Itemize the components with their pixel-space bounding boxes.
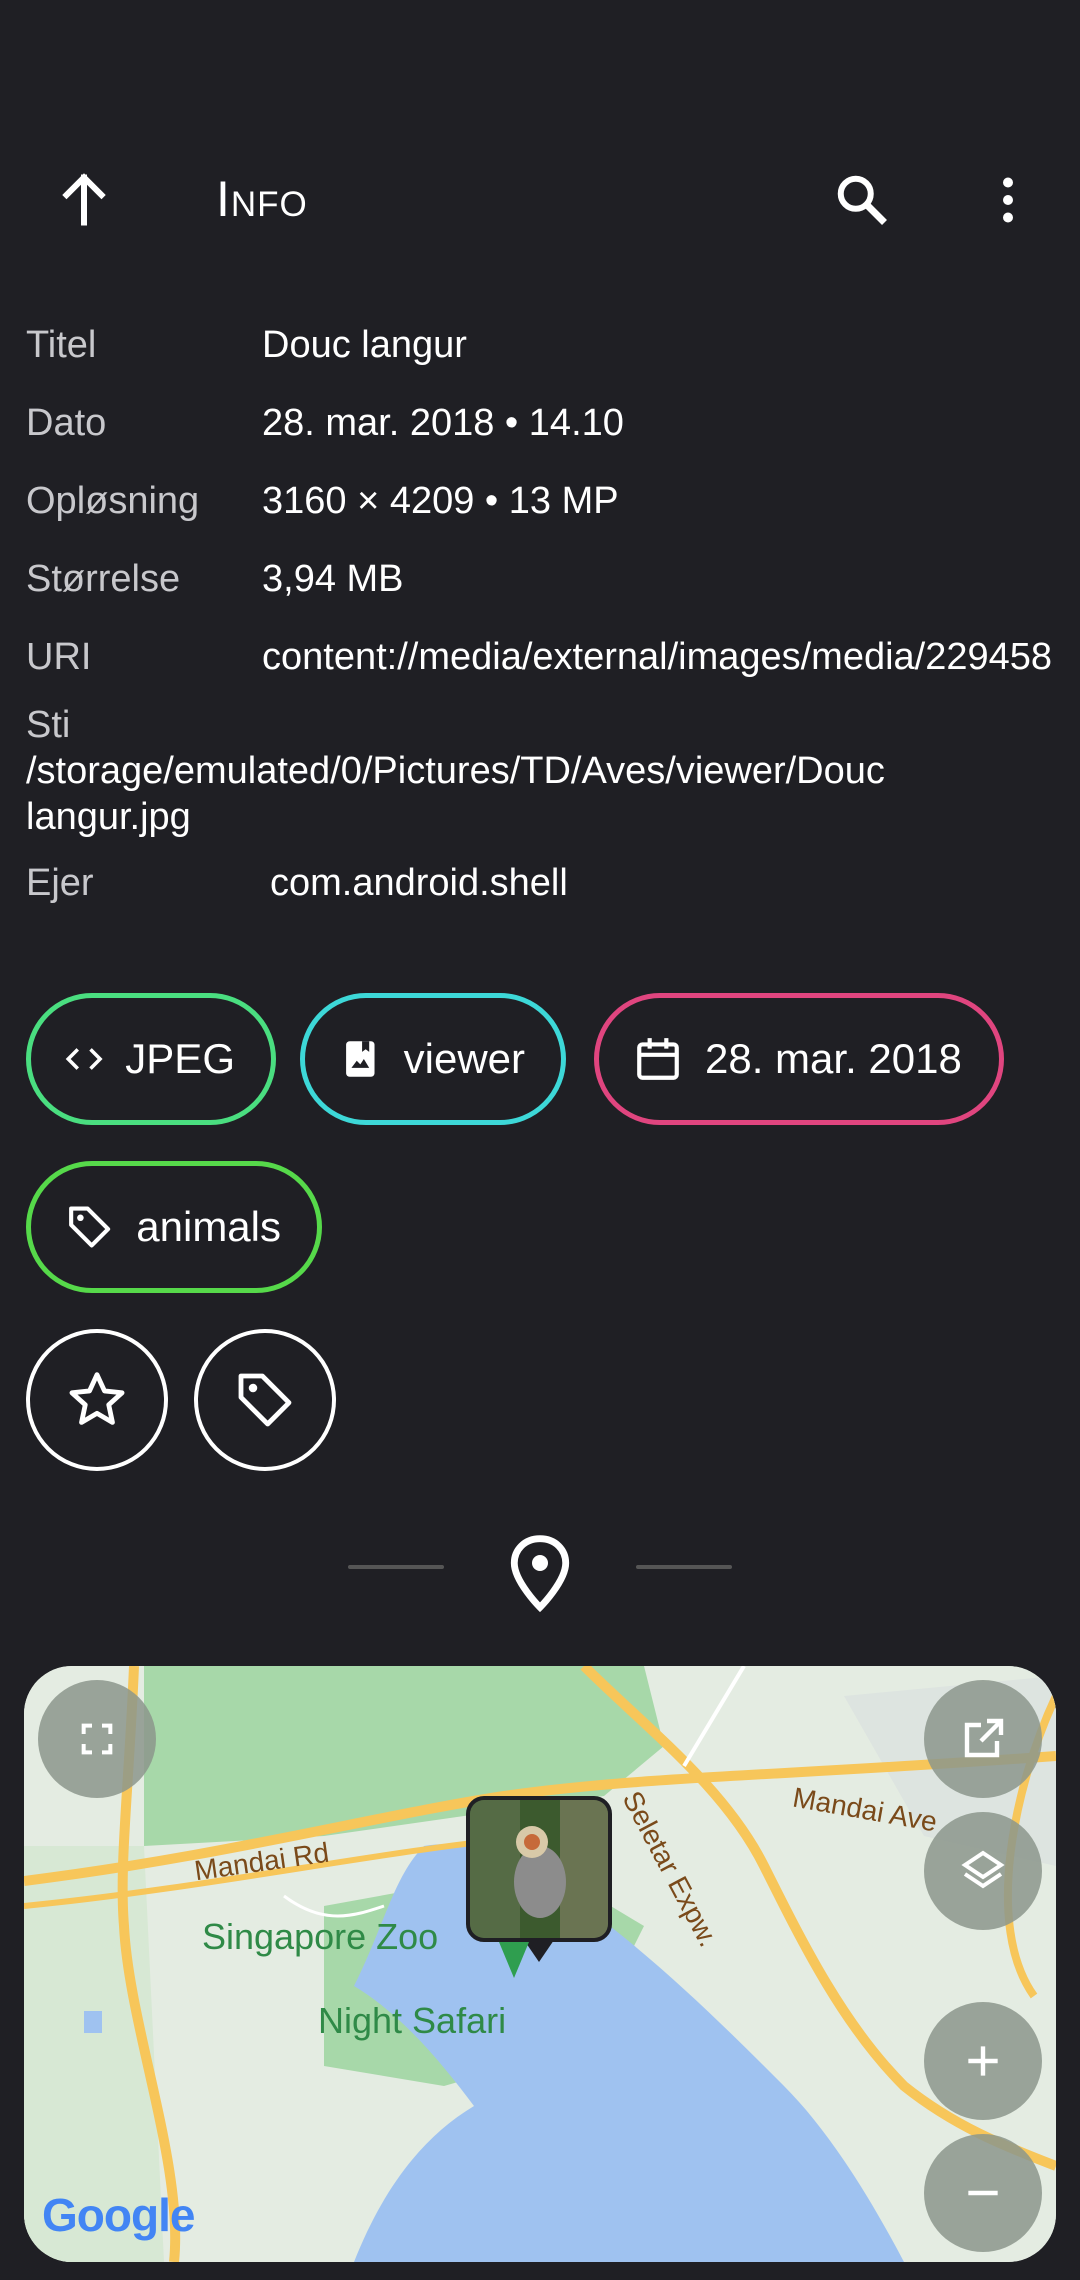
photo-album-icon: [346, 1041, 375, 1077]
info-label: Ejer: [26, 862, 94, 904]
info-row-resolution: Opløsning 3160 × 4209 • 13 MP: [26, 478, 1056, 524]
layers-icon: [961, 1850, 1005, 1889]
info-value: 28. mar. 2018 • 14.10: [262, 402, 624, 444]
rating-button[interactable]: [26, 1329, 168, 1471]
poi-pin-icon: [499, 1942, 529, 1978]
google-logo-text: Google: [42, 2189, 195, 2241]
divider-right: [636, 1565, 732, 1569]
calendar-icon: [637, 1038, 679, 1080]
chip-label: animals: [136, 1203, 281, 1250]
fullscreen-icon: [81, 1723, 113, 1755]
map-label-zoo: Singapore Zoo: [202, 1916, 439, 1957]
map-tiles: [24, 1666, 1056, 2262]
open-external-icon: [964, 1718, 1004, 1758]
album-chip[interactable]: viewer: [300, 993, 566, 1125]
date-chip[interactable]: 28. mar. 2018: [594, 993, 1004, 1125]
info-row-title: Titel Douc langur: [26, 322, 1056, 368]
add-tag-button[interactable]: [194, 1329, 336, 1471]
arrow-up-icon: [62, 173, 106, 226]
info-row-path: Sti/storage/emulated/0/Pictures/TD/Aves/…: [26, 702, 1056, 840]
info-value: /storage/emulated/0/Pictures/TD/Aves/vie…: [26, 750, 885, 838]
info-value: 3,94 MB: [262, 558, 404, 600]
info-value: Douc langur: [262, 324, 467, 366]
info-value: 3160 × 4209 • 13 MP: [262, 480, 619, 522]
info-row-date: Dato 28. mar. 2018 • 14.10: [26, 400, 1056, 446]
info-label: URI: [26, 636, 92, 678]
app-bar: Info: [0, 130, 1080, 270]
zoom-out-button[interactable]: [924, 2134, 1042, 2252]
search-button[interactable]: [812, 150, 912, 250]
chip-label: viewer: [403, 1035, 525, 1082]
info-label: Sti: [26, 704, 71, 746]
divider-left: [348, 1565, 444, 1569]
photo-thumbnail: [470, 1800, 608, 1938]
info-label: Størrelse: [26, 558, 181, 600]
info-label: Opløsning: [26, 480, 200, 522]
map-layers-button[interactable]: [924, 1812, 1042, 1930]
google-logo: Google: [42, 2188, 195, 2242]
search-icon: [837, 175, 887, 225]
info-label: Dato: [26, 402, 107, 444]
star-outline-icon: [69, 1372, 125, 1425]
map-view[interactable]: Mandai Rd Mandai Ave Seletar Expw. Singa…: [24, 1666, 1056, 2262]
location-pin-icon: [510, 1535, 570, 1613]
photo-marker[interactable]: [466, 1796, 612, 1942]
format-chip[interactable]: JPEG: [26, 993, 276, 1125]
info-row-owner: Ejer com.android.shell: [26, 860, 1056, 906]
info-row-size: Størrelse 3,94 MB: [26, 556, 1056, 602]
info-row-uri: URI content://media/external/images/media…: [26, 634, 1056, 680]
code-icon: [65, 1048, 103, 1070]
fullscreen-button[interactable]: [38, 1680, 156, 1798]
page-title: Info: [216, 171, 308, 227]
info-list: Titel Douc langur Dato 28. mar. 2018 • 14.…: [26, 322, 1056, 938]
map-label-safari: Night Safari: [318, 2000, 507, 2041]
tag-icon: [69, 1206, 111, 1248]
info-value: com.android.shell: [270, 862, 568, 904]
more-options-button[interactable]: [958, 150, 1058, 250]
open-in-maps-button[interactable]: [924, 1680, 1042, 1798]
more-vert-icon: [1003, 177, 1013, 223]
chip-label: JPEG: [125, 1035, 235, 1082]
plus-icon: [968, 2046, 998, 2076]
info-value: content://media/external/images/media/22…: [262, 636, 1053, 678]
tag-chip[interactable]: animals: [26, 1161, 322, 1293]
info-label: Titel: [26, 324, 97, 366]
zoom-in-button[interactable]: [924, 2002, 1042, 2120]
tag-icon: [238, 1373, 292, 1427]
back-button[interactable]: [34, 150, 134, 250]
chip-label: 28. mar. 2018: [705, 1035, 962, 1082]
minus-icon: [968, 2190, 998, 2196]
